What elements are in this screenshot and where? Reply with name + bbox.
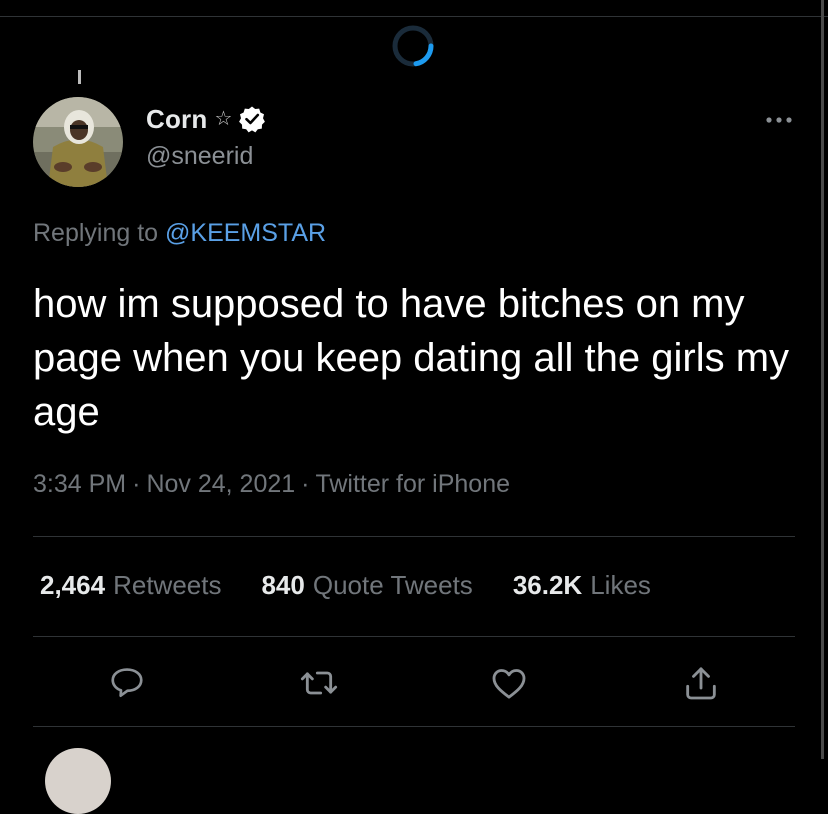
retweets-stat[interactable]: 2,464 Retweets <box>40 570 221 601</box>
likes-label: Likes <box>590 570 651 600</box>
thread-line <box>78 70 81 84</box>
meta-separator: · <box>301 470 310 498</box>
author-display-name[interactable]: Corn <box>146 104 207 135</box>
tweet-meta: 3:34 PM · Nov 24, 2021 · Twitter for iPhone <box>33 470 510 499</box>
reply-icon <box>111 668 143 698</box>
share-button[interactable] <box>681 663 721 703</box>
like-icon <box>492 669 526 699</box>
like-button[interactable] <box>489 663 529 703</box>
verified-badge-icon <box>239 106 266 133</box>
loading-spinner-icon <box>392 25 434 67</box>
tweet-time[interactable]: 3:34 PM <box>33 470 126 498</box>
reply-button[interactable] <box>107 663 147 703</box>
tweet-date[interactable]: Nov 24, 2021 <box>146 470 295 498</box>
divider <box>33 726 795 727</box>
avatar-image <box>33 97 123 187</box>
author-handle[interactable]: @sneerid <box>146 142 253 171</box>
scrollbar[interactable] <box>821 0 824 759</box>
quote-tweets-label: Quote Tweets <box>312 570 473 600</box>
quote-tweets-stat[interactable]: 840 Quote Tweets <box>261 570 472 601</box>
replying-to: Replying to @KEEMSTAR <box>33 219 326 248</box>
retweet-icon <box>300 671 338 695</box>
meta-separator: · <box>132 470 141 498</box>
engagement-stats: 2,464 Retweets 840 Quote Tweets 36.2K Likes <box>40 570 691 601</box>
star-icon: ☆ <box>214 108 233 130</box>
next-reply-avatar[interactable] <box>45 748 111 814</box>
tweet-text: how im supposed to have bitches on my pa… <box>33 282 790 434</box>
divider <box>33 636 795 637</box>
top-divider <box>0 16 828 17</box>
retweets-count: 2,464 <box>40 570 106 600</box>
more-options-icon[interactable] <box>763 112 795 128</box>
avatar[interactable] <box>33 97 123 187</box>
tweet-source[interactable]: Twitter for iPhone <box>315 470 510 498</box>
retweet-button[interactable] <box>299 663 339 703</box>
retweets-label: Retweets <box>113 570 222 600</box>
replying-to-label: Replying to <box>33 219 159 247</box>
reply-mention-link[interactable]: @KEEMSTAR <box>165 219 326 247</box>
likes-stat[interactable]: 36.2K Likes <box>513 570 651 601</box>
share-icon <box>686 667 716 700</box>
divider <box>33 536 795 537</box>
quote-tweets-count: 840 <box>261 570 305 600</box>
likes-count: 36.2K <box>512 570 583 600</box>
author-name-row[interactable]: Corn ☆ <box>146 102 266 136</box>
